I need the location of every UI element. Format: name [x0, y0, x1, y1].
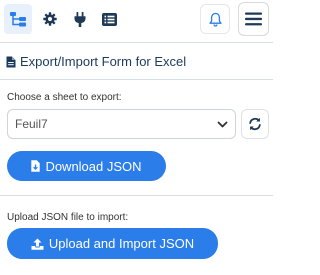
upload-import-json-label: Upload and Import JSON [48, 236, 195, 251]
top-toolbar [0, 0, 273, 40]
export-label: Choose a sheet to export: [7, 92, 122, 103]
sitemap-icon [10, 12, 26, 27]
refresh-icon [249, 117, 261, 131]
header-divider [0, 42, 273, 43]
title-divider [0, 79, 273, 80]
form-title: Export/Import Form for Excel [6, 54, 186, 69]
list-button[interactable] [98, 7, 120, 31]
download-json-button[interactable]: Download JSON [7, 151, 166, 181]
plug-icon [74, 11, 86, 27]
chevron-down-icon [217, 121, 228, 128]
file-icon [6, 56, 16, 67]
list-icon [101, 12, 117, 26]
bell-icon [208, 12, 222, 27]
refresh-sheets-button[interactable] [241, 109, 269, 139]
sheet-select-value: Feuil7 [15, 117, 48, 131]
notifications-button[interactable] [200, 4, 230, 34]
file-download-icon [31, 160, 41, 172]
import-label: Upload JSON file to import: [7, 212, 129, 223]
sheet-select[interactable]: Feuil7 [7, 109, 236, 139]
structure-button[interactable] [4, 4, 32, 34]
hamburger-menu-icon [245, 12, 262, 26]
settings-button[interactable] [40, 7, 60, 31]
gear-icon [43, 12, 57, 26]
section-divider [0, 195, 273, 196]
menu-button[interactable] [238, 2, 269, 36]
upload-icon [31, 238, 44, 250]
connection-button[interactable] [70, 7, 90, 31]
form-title-text: Export/Import Form for Excel [20, 54, 187, 69]
download-json-label: Download JSON [45, 158, 142, 174]
upload-import-json-button[interactable]: Upload and Import JSON [7, 228, 218, 259]
